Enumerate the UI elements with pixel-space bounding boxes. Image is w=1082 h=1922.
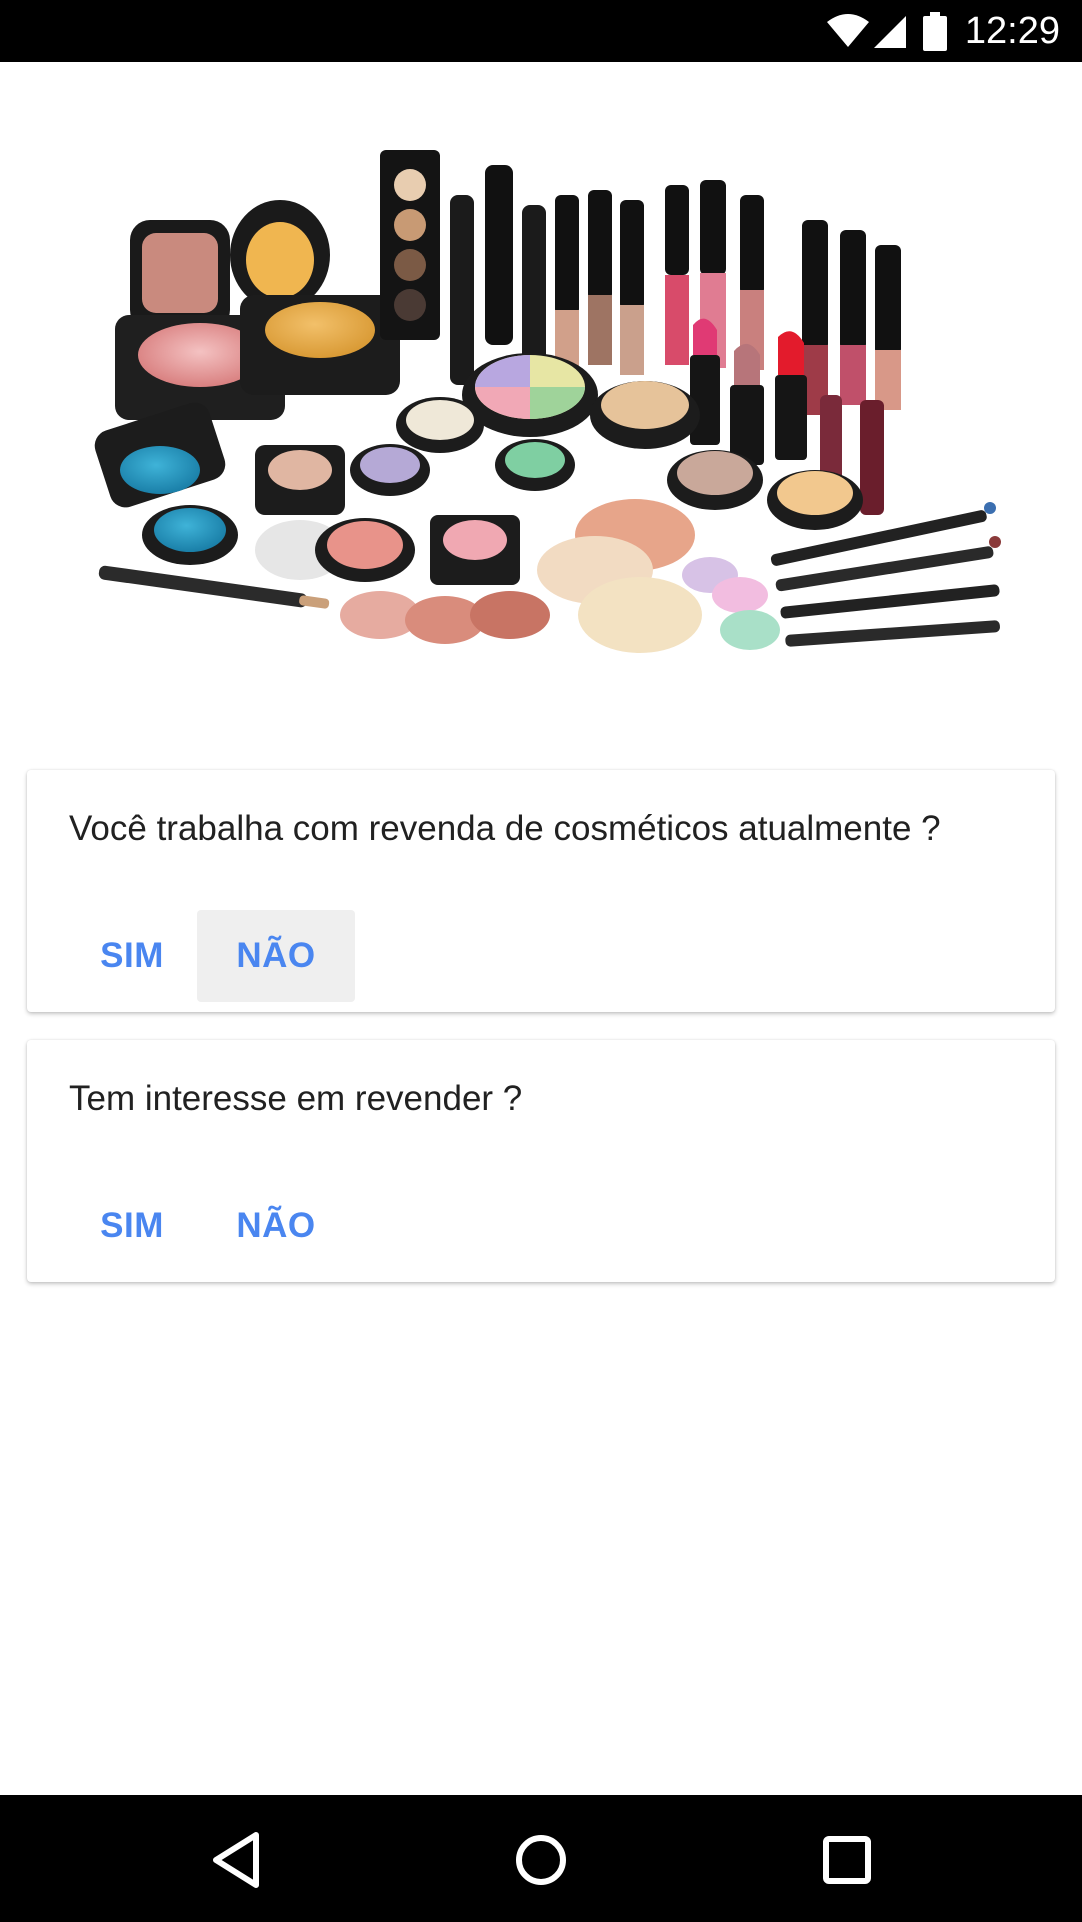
yes-button[interactable]: SIM <box>47 910 217 1002</box>
recents-icon[interactable] <box>812 1825 882 1895</box>
no-button[interactable]: NÃO <box>197 910 355 1002</box>
no-button[interactable]: NÃO <box>197 1180 355 1272</box>
question-card-2: Tem interesse em revender ? SIM NÃO <box>27 1040 1055 1282</box>
home-icon[interactable] <box>506 1825 576 1895</box>
question-text: Você trabalha com revenda de cosméticos … <box>69 809 941 848</box>
question-card-1: Você trabalha com revenda de cosméticos … <box>27 770 1055 1012</box>
back-icon[interactable] <box>200 1825 270 1895</box>
gold-powder-compact <box>230 200 400 395</box>
clock: 12:29 <box>964 10 1060 52</box>
foundation-pans <box>537 499 780 653</box>
loose-powder-jar <box>590 381 700 449</box>
signal-icon <box>874 16 906 48</box>
blue-eyeshadow-compacts <box>94 402 238 565</box>
question-text: Tem interesse em revender ? <box>69 1079 523 1118</box>
yes-button[interactable]: SIM <box>47 1180 217 1272</box>
status-bar: 12:29 <box>0 0 1082 62</box>
eyeshadow-palette <box>380 150 440 340</box>
cosmetics-makeup-image <box>94 150 1001 653</box>
navigation-bar <box>0 1795 1082 1922</box>
wifi-icon <box>827 14 869 47</box>
blush-pans <box>255 515 550 644</box>
battery-icon <box>923 12 947 51</box>
